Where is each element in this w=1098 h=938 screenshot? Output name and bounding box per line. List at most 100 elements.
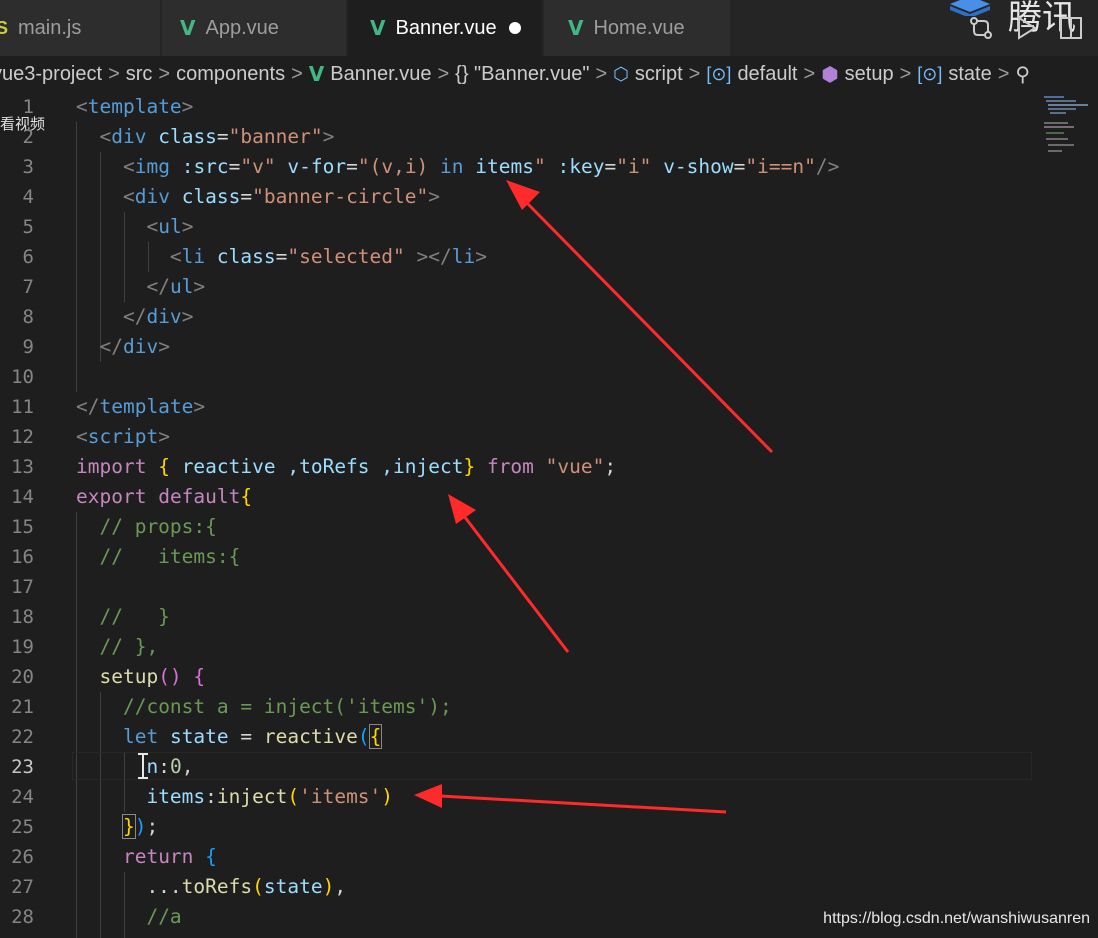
line-number: 6 (22, 246, 34, 268)
code-text: return { (122, 845, 217, 868)
line-number: 10 (11, 366, 34, 388)
code-line-21[interactable]: 21 //const a = inject('items'); (0, 692, 1040, 722)
code-line-27[interactable]: 27 ...toRefs(state), (0, 872, 1040, 902)
tab-label: main.js (18, 16, 82, 39)
breadcrumb-file[interactable]: Banner.vue (330, 63, 431, 86)
code-text: <template> (76, 95, 194, 118)
editor-actions (968, 0, 1098, 56)
breadcrumb: vue3-project > src > components > V Bann… (0, 56, 1098, 92)
chevron-right-icon: > (108, 62, 120, 85)
code-line-13[interactable]: 13 import { reactive ,toRefs ,inject} fr… (0, 452, 1040, 482)
line-number: 4 (22, 186, 34, 208)
breadcrumb-block[interactable]: {} "Banner.vue" (455, 63, 589, 86)
line-number: 26 (11, 846, 34, 868)
run-icon[interactable] (1014, 15, 1038, 41)
line-number: 20 (11, 666, 34, 688)
tab-main-js[interactable]: S main.js (0, 0, 160, 56)
line-number: 21 (11, 696, 34, 718)
code-text: </template> (76, 395, 206, 418)
code-comment: // items:{ (99, 545, 241, 568)
chevron-right-icon: > (997, 62, 1010, 85)
tab-home-vue[interactable]: V Home.vue (544, 0, 730, 56)
code-comment: // } (99, 605, 170, 628)
vue-icon: V (370, 16, 386, 40)
code-line-16[interactable]: 16 // items:{ (0, 542, 1040, 572)
code-line-1[interactable]: 1 <template> (0, 92, 1040, 122)
code-line-7[interactable]: 7 </ul> (0, 272, 1040, 302)
code-line-20[interactable]: 20 setup() { (0, 662, 1040, 692)
code-comment: // props:{ (99, 515, 217, 538)
breadcrumb-default[interactable]: default (737, 63, 797, 86)
line-number: 19 (11, 636, 34, 658)
wrench-icon: ⚲ (1015, 63, 1031, 86)
chevron-right-icon: > (437, 62, 450, 85)
breadcrumb-project[interactable]: vue3-project (0, 63, 102, 86)
breadcrumb-src[interactable]: src (126, 63, 153, 86)
symbol-module-icon: ⬡ (613, 63, 629, 84)
line-number: 25 (11, 816, 34, 838)
chevron-right-icon: > (291, 62, 303, 85)
breadcrumb-components[interactable]: components (176, 63, 285, 86)
tab-bar: S main.js V App.vue V Banner.vue V Home.… (0, 0, 1098, 56)
line-number: 15 (11, 516, 34, 538)
chevron-right-icon: > (595, 62, 608, 85)
line-number: 3 (22, 156, 34, 178)
code-line-23[interactable]: 23 n:0, (0, 752, 1040, 782)
minimap[interactable] (1036, 92, 1098, 162)
code-comment: //a (146, 905, 182, 928)
breadcrumb-setup[interactable]: setup (845, 63, 894, 86)
code-line-8[interactable]: 8 </div> (0, 302, 1040, 332)
code-line-5[interactable]: 5 <ul> (0, 212, 1040, 242)
chevron-right-icon: > (899, 62, 912, 85)
code-text: export default{ (76, 485, 253, 508)
current-line-highlight (72, 752, 1032, 780)
code-line-18[interactable]: 18 // } (0, 602, 1040, 632)
line-number: 24 (11, 786, 34, 808)
text-cursor-icon (138, 753, 148, 779)
code-line-15[interactable]: 15 // props:{ (0, 512, 1040, 542)
code-line-3[interactable]: 3 <img :src="v" v-for="(v,i) in items" :… (0, 152, 1040, 182)
breadcrumb-state[interactable]: state (948, 63, 991, 86)
code-line-9[interactable]: 9 </div> (0, 332, 1040, 362)
tab-label: Banner.vue (395, 16, 497, 39)
code-line-4[interactable]: 4 <div class="banner-circle"> (0, 182, 1040, 212)
code-line-2[interactable]: 2 <div class="banner"> (0, 122, 1040, 152)
code-line-25[interactable]: 25 }); (0, 812, 1040, 842)
code-text: <img :src="v" v-for="(v,i) in items" :ke… (122, 155, 840, 178)
watermark: https://blog.csdn.net/wanshiwusanren (823, 910, 1090, 927)
line-number: 1 (22, 96, 34, 118)
symbol-variable-icon: [⊙] (917, 63, 943, 84)
vue-icon: V (308, 62, 325, 86)
code-text: ...toRefs(state), (76, 875, 347, 898)
line-number: 9 (22, 336, 34, 358)
code-text: let state = reactive({ (122, 724, 383, 749)
code-line-14[interactable]: 14 export default{ (0, 482, 1040, 512)
code-editor[interactable]: 1 <template> 2 <div class="banner"> 3 <i… (0, 92, 1098, 938)
line-number: 14 (11, 486, 34, 508)
code-line-22[interactable]: 22 let state = reactive({ (0, 722, 1040, 752)
code-line-26[interactable]: 26 return { (0, 842, 1040, 872)
code-line-11[interactable]: 11 </template> (0, 392, 1040, 422)
code-line-6[interactable]: 6 <li class="selected" ></li> (0, 242, 1040, 272)
symbol-variable-icon: [⊙] (706, 63, 732, 84)
code-line-17[interactable]: 17 (0, 572, 1040, 602)
split-editor-icon[interactable] (1058, 15, 1084, 41)
tab-app-vue[interactable]: V App.vue (162, 0, 346, 56)
symbol-method-icon: ⬢ (821, 63, 839, 86)
source-control-compare-icon[interactable] (968, 15, 994, 41)
code-line-12[interactable]: 12 <script> (0, 422, 1040, 452)
code-text: <li class="selected" ></li> (169, 245, 487, 268)
code-line-24[interactable]: 24 items:inject('items') (0, 782, 1040, 812)
vue-icon: V (568, 16, 584, 40)
line-number: 11 (11, 396, 34, 418)
breadcrumb-script[interactable]: script (635, 63, 683, 86)
chevron-right-icon: > (158, 62, 171, 85)
unsaved-dot-icon[interactable] (508, 22, 521, 34)
line-number: 18 (11, 606, 34, 628)
line-number: 8 (22, 306, 34, 328)
code-line-19[interactable]: 19 // }, (0, 632, 1040, 662)
tab-banner-vue[interactable]: V Banner.vue (348, 0, 542, 56)
chevron-right-icon: > (803, 62, 816, 85)
code-line-10[interactable]: 10 (0, 362, 1040, 392)
code-text: <div class="banner-circle"> (122, 185, 441, 208)
